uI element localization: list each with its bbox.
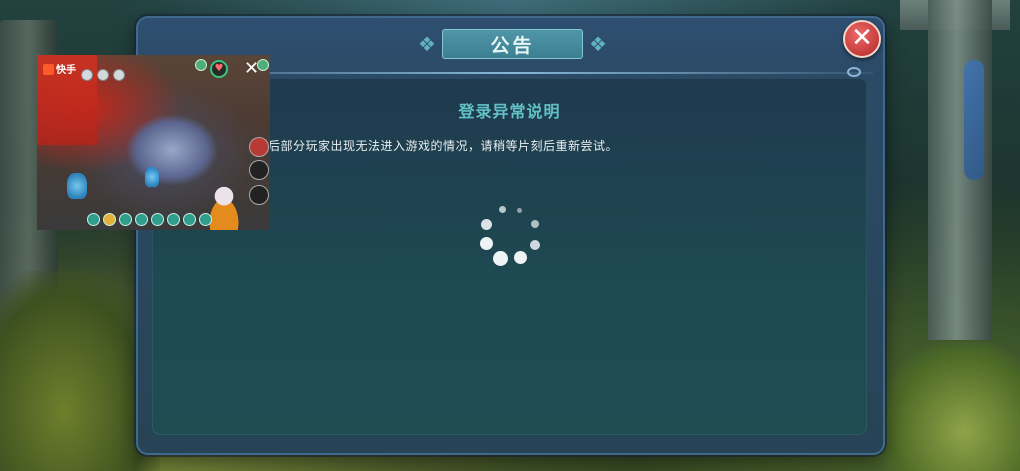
pip-action-button: [249, 160, 269, 180]
pip-hud-icon: [195, 59, 207, 71]
close-icon: ✕: [851, 23, 873, 53]
pip-skill-icon: [199, 213, 212, 226]
pip-close-button[interactable]: ✕: [244, 60, 259, 78]
pip-hud-icon: [113, 69, 125, 81]
pip-crystal: [67, 173, 87, 199]
spinner-dot: [493, 251, 508, 266]
pip-skill-icon: [135, 213, 148, 226]
kuaishou-logo-icon: [43, 64, 54, 75]
foliage-right: [880, 341, 1020, 471]
spinner-dot: [531, 220, 539, 228]
spinner-dot: [530, 240, 540, 250]
pip-skill-icon: [151, 213, 164, 226]
pip-action-button: [249, 137, 269, 157]
pip-skill-icon: [119, 213, 132, 226]
notice-body-text: 后部分玩家出现无法进入游戏的情况，请稍等片刻后重新尝试。: [268, 139, 619, 153]
heart-icon: ♥: [210, 60, 228, 78]
spinner-dot: [481, 219, 492, 230]
pip-skill-icon: [87, 213, 100, 226]
pip-app-logo: 快手: [43, 61, 76, 76]
spinner-dot: [480, 237, 493, 250]
pip-action-button: [249, 185, 269, 205]
pip-crystal: [145, 167, 159, 187]
scroll-ornament-icon: ❖: [589, 32, 607, 56]
pip-hud-icon: [97, 69, 109, 81]
spinner-icon: [478, 204, 544, 270]
spinner-dot: [499, 206, 506, 213]
spinner-dot: [514, 251, 527, 264]
dialog-title-banner: ❖ 公告 ❖: [410, 26, 615, 62]
blue-vine-decoration: [964, 60, 984, 180]
pip-hud-icon: [81, 69, 93, 81]
close-button[interactable]: ✕: [843, 20, 881, 58]
divider-ornament-icon: [847, 67, 861, 77]
pip-skill-icon: [167, 213, 180, 226]
pip-skill-icon: [183, 213, 196, 226]
pip-skill-icon: [103, 213, 116, 226]
pip-dragon-creature: [127, 115, 217, 185]
picture-in-picture-video[interactable]: 快手 ♥ ✕: [37, 55, 270, 230]
spinner-dot: [517, 208, 522, 213]
